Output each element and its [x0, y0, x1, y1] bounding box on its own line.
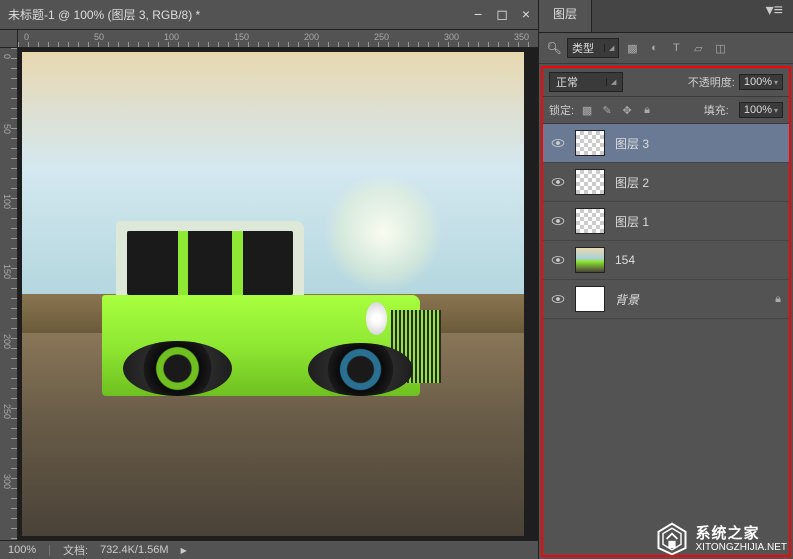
window-controls: − ◻ × [474, 6, 530, 23]
lock-row: 锁定: ▩ ✎ ✥ 🔒︎ 填充: 100% [543, 97, 789, 124]
lock-image-icon[interactable]: ✎ [600, 103, 614, 117]
visibility-toggle-icon[interactable] [551, 175, 565, 189]
layer-name[interactable]: 图层 1 [615, 213, 781, 230]
minimize-button[interactable]: − [474, 6, 482, 23]
document-title: 未标题-1 @ 100% (图层 3, RGB/8) * [8, 3, 200, 26]
ruler-mark: 300 [444, 32, 459, 42]
ruler-mark: 0 [24, 32, 29, 42]
watermark-cn: 系统之家 [696, 525, 788, 542]
filter-pixel-icon[interactable]: ▩ [625, 41, 639, 55]
lock-all-icon[interactable]: 🔒︎ [640, 103, 654, 117]
layer-row[interactable]: 图层 3 [543, 124, 789, 163]
ruler-mark: 250 [374, 32, 389, 42]
ruler-mark: 100 [164, 32, 179, 42]
filter-shape-icon[interactable]: ▱ [691, 41, 705, 55]
ruler-mark: 350 [514, 32, 529, 42]
filter-row: 🔍︎ 类型 ▩ ◐ T ▱ ◫ [539, 33, 793, 64]
watermark-icon [654, 521, 690, 557]
ruler-mark: 150 [2, 264, 12, 279]
lock-icons: ▩ ✎ ✥ 🔒︎ [580, 103, 654, 117]
fill-field[interactable]: 100% [739, 102, 783, 118]
ruler-mark: 200 [304, 32, 319, 42]
fill-label: 填充: [704, 102, 729, 118]
ruler-mark: 0 [2, 54, 12, 59]
restore-button[interactable]: ◻ [496, 6, 508, 23]
ruler-mark: 50 [2, 124, 12, 134]
ruler-mark: 150 [234, 32, 249, 42]
visibility-toggle-icon[interactable] [551, 214, 565, 228]
blend-row: 正常 不透明度: 100% [543, 68, 789, 97]
watermark-en: XITONGZHIJIA.NET [696, 542, 788, 554]
layer-name[interactable]: 图层 2 [615, 174, 781, 191]
canvas[interactable] [22, 52, 524, 536]
layer-name[interactable]: 154 [615, 253, 781, 267]
layer-thumbnail[interactable] [575, 169, 605, 195]
close-button[interactable]: × [522, 6, 530, 23]
layer-row[interactable]: 图层 1 [543, 202, 789, 241]
panel-tabs: 图层 ▾≡ [539, 0, 793, 33]
layer-thumbnail[interactable] [575, 286, 605, 312]
status-doc-label: 文档: [63, 542, 88, 558]
lock-transparency-icon[interactable]: ▩ [580, 103, 594, 117]
filter-search-icon[interactable]: 🔍︎ [547, 41, 561, 55]
layer-list[interactable]: 图层 3 图层 2 图层 1 154 背景 🔒︎ [543, 124, 789, 555]
filter-icons: ▩ ◐ T ▱ ◫ [625, 41, 727, 55]
blend-mode-select[interactable]: 正常 [549, 72, 623, 92]
document-header: 未标题-1 @ 100% (图层 3, RGB/8) * − ◻ × [0, 0, 538, 30]
ruler-mark: 50 [94, 32, 104, 42]
ruler-vertical[interactable]: 0 50 100 150 200 250 300 [0, 48, 18, 540]
ruler-horizontal[interactable]: 0 50 100 150 200 250 300 350 [0, 30, 538, 48]
visibility-toggle-icon[interactable] [551, 136, 565, 150]
panel-menu-icon[interactable]: ▾≡ [756, 0, 793, 26]
lock-position-icon[interactable]: ✥ [620, 103, 634, 117]
layer-row[interactable]: 图层 2 [543, 163, 789, 202]
layer-name[interactable]: 图层 3 [615, 135, 781, 152]
document-body: 0 50 100 150 200 250 300 [0, 48, 538, 540]
layers-panel: 图层 ▾≡ 🔍︎ 类型 ▩ ◐ T ▱ ◫ 正常 不透明度: 100% 锁定: … [538, 0, 793, 559]
visibility-toggle-icon[interactable] [551, 292, 565, 306]
filter-type-select[interactable]: 类型 [567, 38, 619, 58]
layer-row[interactable]: 154 [543, 241, 789, 280]
status-zoom[interactable]: 100% [8, 544, 36, 556]
layer-name[interactable]: 背景 [615, 291, 765, 308]
lock-label: 锁定: [549, 102, 574, 118]
layer-thumbnail[interactable] [575, 247, 605, 273]
layer-row[interactable]: 背景 🔒︎ [543, 280, 789, 319]
ruler-mark: 100 [2, 194, 12, 209]
filter-type-icon[interactable]: T [669, 41, 683, 55]
visibility-toggle-icon[interactable] [551, 253, 565, 267]
ruler-mark: 300 [2, 474, 12, 489]
filter-smart-icon[interactable]: ◫ [713, 41, 727, 55]
highlight-box: 正常 不透明度: 100% 锁定: ▩ ✎ ✥ 🔒︎ 填充: 100% 图层 3… [541, 66, 791, 557]
ruler-mark: 200 [2, 334, 12, 349]
status-more[interactable]: ▶ [181, 546, 187, 555]
ruler-corner[interactable] [0, 30, 18, 48]
opacity-label: 不透明度: [688, 74, 735, 90]
canvas-area[interactable] [18, 48, 538, 540]
layer-thumbnail[interactable] [575, 130, 605, 156]
opacity-field[interactable]: 100% [739, 74, 783, 90]
watermark: 系统之家 XITONGZHIJIA.NET [654, 521, 788, 557]
canvas-image [22, 52, 524, 536]
filter-adjustment-icon[interactable]: ◐ [647, 41, 661, 55]
tab-layers[interactable]: 图层 [539, 0, 592, 32]
lock-indicator-icon: 🔒︎ [775, 293, 781, 306]
status-bar: 100% | 文档: 732.4K/1.56M ▶ [0, 540, 538, 559]
status-sep: | [48, 544, 51, 556]
layer-thumbnail[interactable] [575, 208, 605, 234]
status-size[interactable]: 732.4K/1.56M [100, 544, 169, 556]
document-window: 未标题-1 @ 100% (图层 3, RGB/8) * − ◻ × 0 50 10… [0, 0, 538, 559]
ruler-mark: 250 [2, 404, 12, 419]
